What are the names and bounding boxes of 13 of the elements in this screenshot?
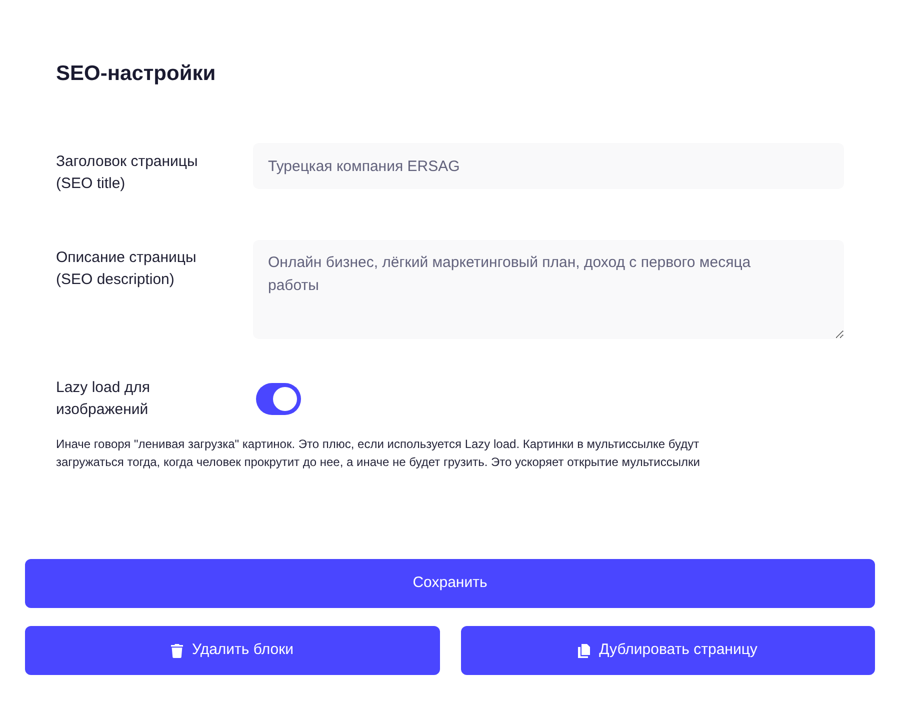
- trash-icon: [170, 644, 183, 658]
- copy-icon: [578, 644, 590, 658]
- field-label: Описание страницы (SEO description): [56, 248, 198, 290]
- textarea-input[interactable]: Онлайн бизнес, лёгкий маркетинговый план, доход с первого месяца работы: [253, 240, 844, 339]
- delete-blocks-button[interactable]: Удалить блоки: [25, 626, 440, 675]
- help-text: Иначе говоря "ленивая загрузка" картинок. Это плюс, если используется Lazy load. Картинки в мультиссылке будут загружаться тогда, когда человек прокрутит до нее, а иначе не будет грузить. Это ускоряет открытие мультиссылки: [56, 436, 701, 471]
- field-label: Lazy load для изображений: [56, 378, 152, 420]
- save-button[interactable]: Сохранить: [25, 559, 875, 608]
- field-label: Заголовок страницы (SEO title): [56, 152, 199, 194]
- section-title: SEO-настройки: [56, 62, 217, 86]
- toggle-switch[interactable]: [256, 383, 301, 415]
- text-input[interactable]: Турецкая компания ERSAG: [253, 143, 844, 189]
- duplicate-page-button[interactable]: Дублировать страницу: [460, 626, 875, 675]
